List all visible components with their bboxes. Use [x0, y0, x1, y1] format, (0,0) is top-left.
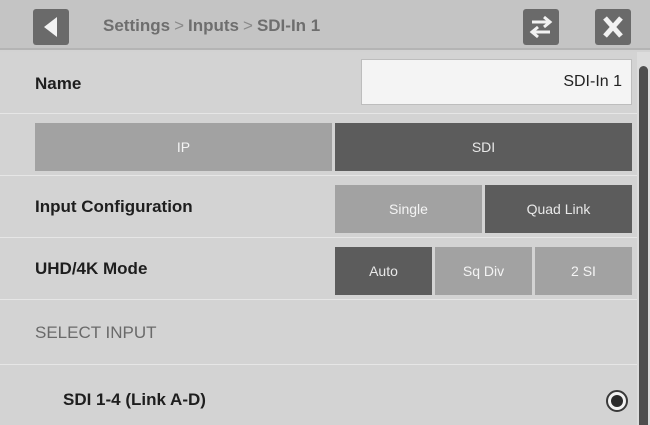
single-button[interactable]: Single [335, 185, 482, 233]
breadcrumb-separator: > [174, 16, 184, 35]
input-item-label: SDI 1-4 (Link A-D) [63, 390, 206, 409]
name-label: Name [35, 74, 82, 93]
settings-panel: Name IP SDI Input Configuration Single Q… [0, 52, 637, 425]
close-x-icon [603, 16, 623, 38]
sdi-button[interactable]: SDI [335, 123, 632, 171]
radio-selected-icon[interactable] [606, 390, 628, 412]
title-bar: Settings > Inputs > SDI-In 1 [0, 0, 650, 50]
input-type-row: IP SDI [0, 114, 637, 176]
select-input-heading: SELECT INPUT [35, 323, 157, 342]
radio-dot [611, 395, 623, 407]
back-button[interactable] [33, 9, 69, 45]
back-arrow-icon [44, 17, 57, 37]
breadcrumb-current: SDI-In 1 [256, 16, 321, 35]
auto-button[interactable]: Auto [335, 247, 432, 295]
breadcrumb-inputs[interactable]: Inputs [188, 16, 239, 35]
ip-button[interactable]: IP [35, 123, 332, 171]
name-field[interactable] [361, 59, 632, 105]
select-input-header-row: SELECT INPUT [0, 300, 637, 365]
uhd-mode-label: UHD/4K Mode [35, 259, 148, 278]
close-button[interactable] [595, 9, 631, 45]
2si-button[interactable]: 2 SI [535, 247, 632, 295]
input-configuration-label: Input Configuration [35, 197, 193, 216]
input-configuration-row: Input Configuration Single Quad Link [0, 176, 637, 238]
quad-link-button[interactable]: Quad Link [485, 185, 632, 233]
breadcrumb: Settings > Inputs > SDI-In 1 [103, 16, 320, 36]
sq-div-button[interactable]: Sq Div [435, 247, 532, 295]
breadcrumb-settings[interactable]: Settings [103, 16, 170, 35]
swap-arrows-icon [529, 15, 553, 39]
scroll-thumb[interactable] [639, 66, 648, 425]
uhd-mode-row: UHD/4K Mode Auto Sq Div 2 SI [0, 238, 637, 300]
swap-button[interactable] [523, 9, 559, 45]
breadcrumb-separator: > [243, 16, 253, 35]
scrollbar[interactable] [637, 52, 650, 425]
name-row: Name [0, 52, 637, 114]
input-list-item[interactable]: SDI 1-4 (Link A-D) [0, 365, 637, 425]
